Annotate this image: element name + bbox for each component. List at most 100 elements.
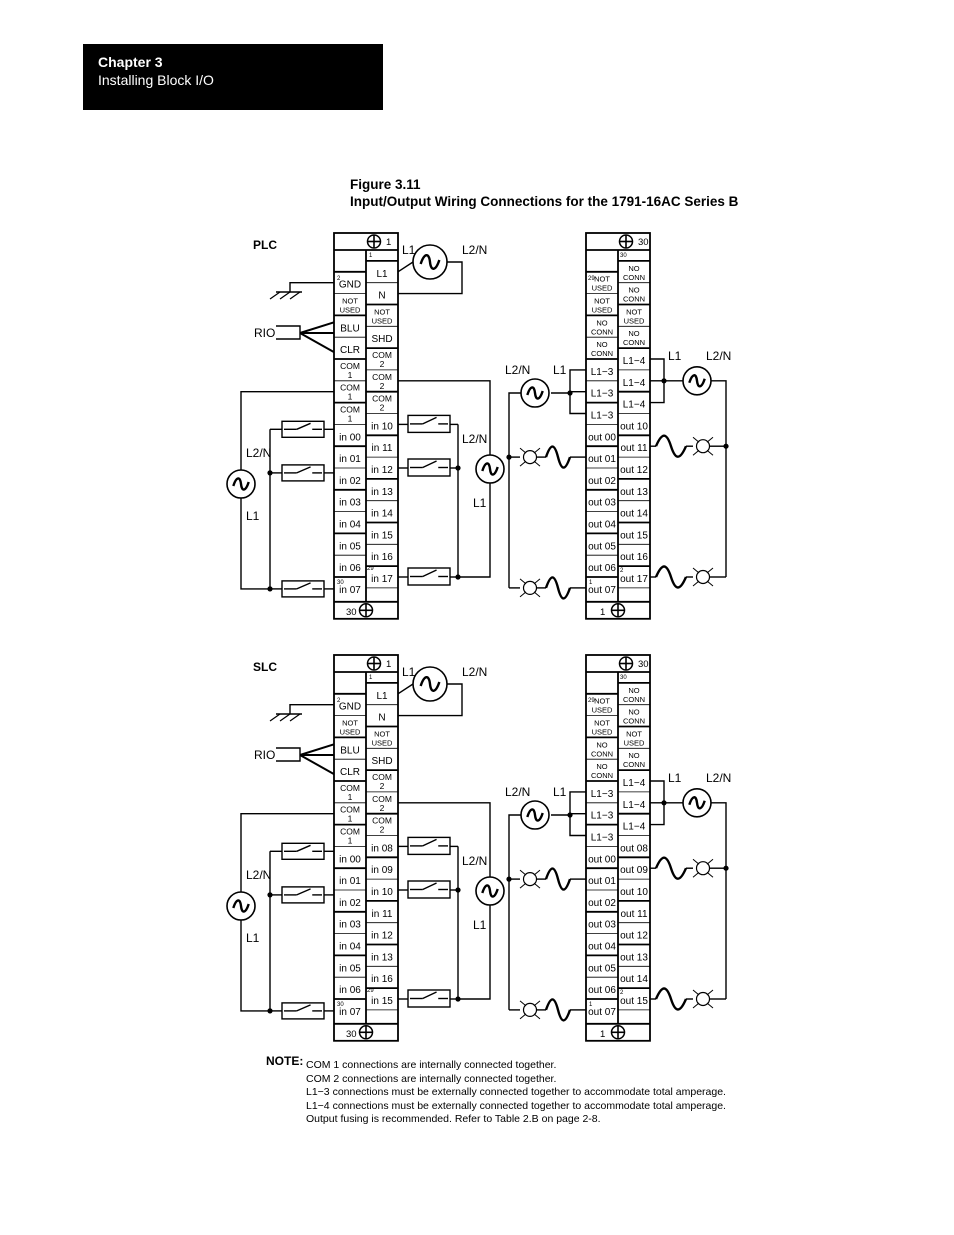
junction-dot [455,996,461,1002]
pin-number: 30 [620,675,627,681]
ground-wire [289,704,334,714]
fuse-icon [654,987,688,1011]
terminal-label: in 16 [371,552,393,563]
line-label: L2/N [706,349,731,363]
ac-source-icon [226,891,256,921]
line-label: L1 [402,243,416,257]
terminal-label: out 04 [588,520,616,531]
fuse-icon [544,867,572,891]
rio-wire [299,754,335,775]
ground-icon [289,291,301,300]
terminal-label: CONN [623,295,645,304]
terminal-label: NO [596,762,607,771]
terminal-label: out 10 [620,887,648,898]
terminal-label: L1−4 [623,822,646,833]
terminal-label: N [378,713,385,724]
diagram-slc: SLC 130GNDNOTUSEDBLUCLRCOM1COM1COM1in 00i… [226,654,731,1042]
terminal-label: 2 [380,781,385,791]
fuse-icon [654,565,688,589]
terminal-label: 2 [380,381,385,391]
terminal-label: out 14 [620,509,648,520]
terminal-label: in 14 [371,509,393,520]
switch-icon [407,567,451,586]
ground-icon [269,713,281,722]
lamp-ray [706,449,714,456]
terminal-label: 1 [348,392,353,402]
lamp-ray [519,591,527,598]
terminal-label: L1−4 [623,778,646,789]
terminal-label: 1 [348,370,353,380]
note-line: L1−4 connections must be externally conn… [306,1099,726,1112]
terminal-screw-icon [366,656,382,671]
terminal-number: 30 [638,237,649,248]
ground-icon [279,291,291,300]
ground-icon [289,713,301,722]
line-label: L1 [246,931,260,945]
lamp-ray [519,578,527,585]
lamp-ray [692,567,700,574]
terminal-label: in 00 [339,432,361,443]
switch-icon [281,464,325,482]
terminal-label: out 05 [588,541,616,552]
power-wire [397,683,414,695]
terminal-label: CONN [623,717,645,726]
terminal-label: CONN [623,338,645,347]
rio-label: RIO [254,326,275,340]
rio-wire [299,321,335,334]
terminal-label: in 01 [339,876,361,887]
terminal-label: out 09 [620,865,648,876]
terminal-label: L1−3 [591,789,614,800]
terminal-label: in 04 [339,942,361,953]
line-label: L1 [668,771,682,785]
junction-dot [267,470,273,476]
lamp-ray [706,567,714,574]
note-line: L1−3 connections must be externally conn… [306,1086,726,1099]
lamp-ray [533,578,541,585]
terminal-label: BLU [340,323,359,334]
terminal-label: in 04 [339,520,361,531]
terminal-number: 1 [600,1029,605,1040]
terminal-label: in 10 [371,887,393,898]
terminal-label: in 05 [339,963,361,974]
lamp-ray [692,1002,700,1009]
terminal-label: L1 [376,691,388,702]
ac-source-icon [412,666,448,702]
terminal-screw-icon [366,234,382,249]
fuse-icon [654,434,688,458]
terminal-label: in 11 [372,443,393,454]
junction-dot [267,586,273,592]
input-terminal-block: 130GNDNOTUSEDBLUCLRCOM1COM1COM1in 00in 0… [333,232,399,620]
terminal-label: out 00 [588,432,616,443]
terminal-label: NO [628,286,639,295]
ac-source-icon [682,787,712,818]
terminal-label: in 15 [371,996,393,1007]
terminal-label: out 14 [620,974,648,985]
junction-dot [723,865,729,871]
switch-icon [281,580,325,598]
terminal-label: out 15 [620,530,648,541]
rio-label: RIO [254,748,275,762]
ac-source-icon [412,244,448,280]
terminal-label: USED [624,738,645,747]
terminal-label: L1−3 [591,411,614,422]
lamp-ray [519,882,527,889]
junction-dot [267,1008,273,1014]
terminal-label: L1−4 [623,356,646,367]
terminal-label: out 15 [620,996,648,1007]
terminal-label: SHD [371,334,392,345]
terminal-label: out 17 [620,574,648,585]
terminal-label: USED [340,728,361,737]
terminal-label: out 01 [588,876,616,887]
fuse-icon [544,576,572,600]
wiring-diagram: PLC 130GNDNOTUSEDBLUCLRCOM1COM1COM1in 00i… [226,232,731,1042]
terminal-label: out 06 [588,563,616,574]
line-label: L1 [473,918,487,932]
terminal-label: 1 [348,792,353,802]
terminal-label: CONN [623,273,645,282]
diagram-title: PLC [253,238,277,252]
terminal-label: in 07 [339,585,361,596]
lamp-ray [519,1013,527,1020]
junction-dot [506,876,512,882]
lamp-ray [533,1013,541,1020]
output-wire [711,802,727,999]
